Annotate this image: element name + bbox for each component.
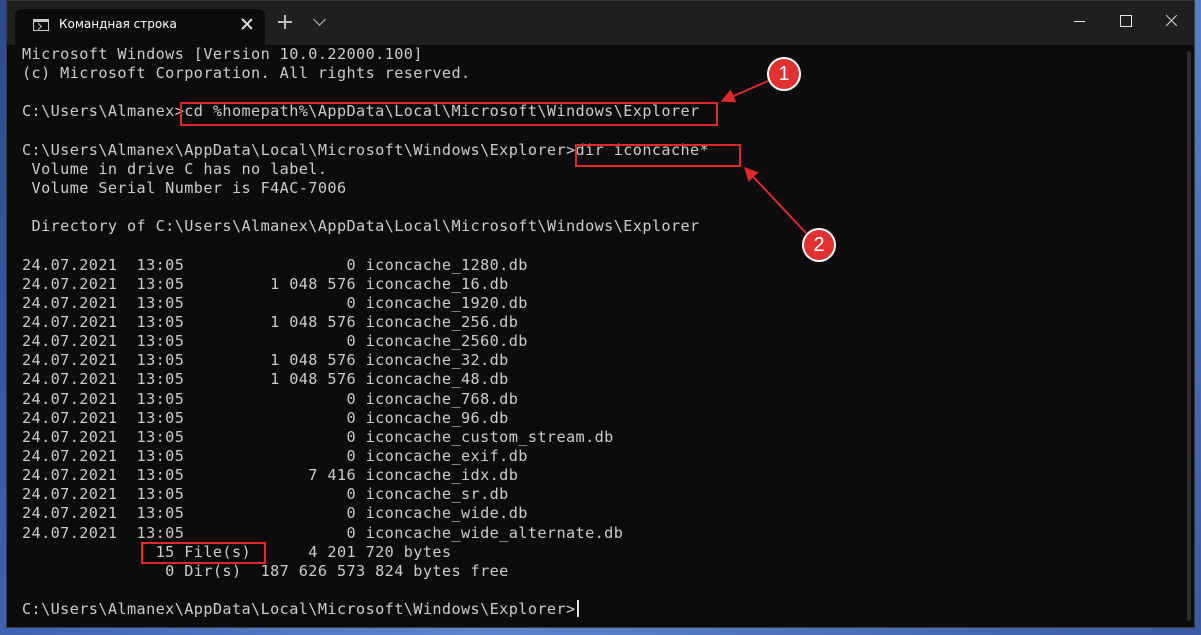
annotation-marker-1: 1 bbox=[767, 57, 801, 91]
console-output[interactable]: Microsoft Windows [Version 10.0.22000.10… bbox=[22, 45, 1190, 627]
dirs-summary: 0 Dir(s) 187 626 573 824 bytes free bbox=[22, 561, 509, 580]
tab-command-prompt[interactable]: Командная строка bbox=[15, 9, 265, 45]
prompt-line[interactable]: C:\Users\Almanex\AppData\Local\Microsoft… bbox=[22, 600, 1190, 619]
directory-header: Directory of C:\Users\Almanex\AppData\Lo… bbox=[22, 217, 700, 236]
highlight-dir-command bbox=[575, 144, 741, 167]
new-tab-plus-icon[interactable] bbox=[277, 14, 293, 30]
close-button[interactable] bbox=[1149, 1, 1194, 41]
file-row: 24.07.2021 13:05 1 048 576 iconcache_256… bbox=[22, 312, 519, 331]
file-row: 24.07.2021 13:05 0 iconcache_sr.db bbox=[22, 485, 509, 504]
console-line: Microsoft Windows [Version 10.0.22000.10… bbox=[22, 45, 423, 63]
file-row: 24.07.2021 13:05 1 048 576 iconcache_48.… bbox=[22, 370, 509, 389]
tab-close-icon[interactable] bbox=[237, 14, 257, 34]
chevron-down-icon[interactable] bbox=[312, 14, 328, 28]
file-row: 24.07.2021 13:05 0 iconcache_2560.db bbox=[22, 332, 528, 351]
file-row: 24.07.2021 13:05 0 iconcache_exif.db bbox=[22, 446, 528, 465]
file-row: 24.07.2021 13:05 1 048 576 iconcache_16.… bbox=[22, 274, 509, 293]
prompt-text: C:\Users\Almanex\AppData\Local\Microsoft… bbox=[22, 600, 576, 619]
file-row: 24.07.2021 13:05 0 iconcache_wide_altern… bbox=[22, 523, 624, 542]
file-row: 24.07.2021 13:05 7 416 iconcache_idx.db bbox=[22, 466, 519, 485]
minimize-button[interactable] bbox=[1057, 1, 1103, 41]
text-cursor bbox=[576, 600, 579, 618]
file-row: 24.07.2021 13:05 0 iconcache_96.db bbox=[22, 408, 509, 427]
title-bar: Командная строка bbox=[7, 1, 1194, 45]
console-line: Volume Serial Number is F4AC-7006 bbox=[22, 178, 347, 197]
maximize-button[interactable] bbox=[1103, 1, 1149, 41]
file-row: 24.07.2021 13:05 1 048 576 iconcache_32.… bbox=[22, 351, 509, 370]
file-row: 24.07.2021 13:05 0 iconcache_wide.db bbox=[22, 504, 528, 523]
file-row: 24.07.2021 13:05 0 iconcache_1280.db bbox=[22, 255, 528, 274]
file-row: 24.07.2021 13:05 0 iconcache_custom_stre… bbox=[22, 427, 614, 446]
highlight-cd-command bbox=[180, 102, 718, 126]
highlight-files-count bbox=[141, 542, 266, 564]
command-prompt-window: Командная строка Microsoft Windows [Vers… bbox=[6, 0, 1195, 628]
tab-title: Командная строка bbox=[59, 17, 177, 31]
terminal-icon bbox=[33, 19, 49, 31]
file-row: 24.07.2021 13:05 0 iconcache_768.db bbox=[22, 389, 519, 408]
scrollbar[interactable] bbox=[1187, 51, 1191, 621]
annotation-marker-2: 2 bbox=[802, 228, 836, 262]
file-row: 24.07.2021 13:05 0 iconcache_1920.db bbox=[22, 293, 528, 312]
console-line: (c) Microsoft Corporation. All rights re… bbox=[22, 64, 471, 83]
